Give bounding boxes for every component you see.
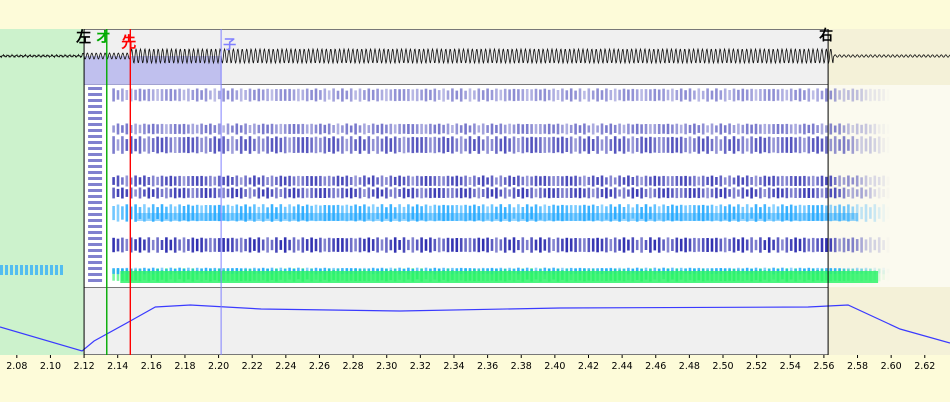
time-tick-label: 2.32 [410, 361, 431, 372]
time-tick-label: 2.46 [645, 361, 666, 372]
spectrogram-area [84, 85, 950, 287]
marker-label-left: 左 [75, 28, 91, 46]
time-tick-label: 2.12 [73, 361, 94, 372]
marker-label-right: 右 [818, 27, 833, 44]
time-tick-label: 2.28 [343, 361, 364, 372]
time-tick-label: 2.48 [679, 361, 700, 372]
time-tick-label: 2.18 [174, 361, 195, 372]
time-axis: 2.08 2.10 2.12 2.14 2.16 2.18 2.20 2.22 2.24 2.26… [6, 355, 935, 372]
time-tick-label: 2.54 [780, 361, 801, 372]
marker-labels: 左オ先 子 右 [75, 27, 833, 53]
time-tick-label: 2.62 [914, 361, 935, 372]
time-tick-label: 2.14 [107, 361, 128, 372]
time-tick-label: 2.38 [511, 361, 532, 372]
envelope-right-region [828, 287, 950, 355]
time-tick-label: 2.42 [578, 361, 599, 372]
time-tick-label: 2.22 [242, 361, 263, 372]
utau-oto-viewer[interactable]: 2.08 2.10 2.12 2.14 2.16 2.18 2.20 2.22 2.24 2.26… [0, 0, 950, 402]
time-tick-label: 2.26 [309, 361, 330, 372]
time-tick-label: 2.30 [376, 361, 397, 372]
time-tick-label: 2.44 [612, 361, 633, 372]
time-tick-label: 2.60 [881, 361, 902, 372]
spectrogram-right-region [828, 85, 950, 287]
time-tick-label: 2.08 [6, 361, 27, 372]
time-tick-label: 2.50 [712, 361, 733, 372]
time-tick-label: 2.20 [208, 361, 229, 372]
marker-label-offset: オ [96, 28, 111, 46]
time-tick-label: 2.16 [141, 361, 162, 372]
envelope-background [0, 287, 950, 355]
marker-label-preutter: 先 [121, 33, 136, 51]
time-tick-label: 2.52 [746, 361, 767, 372]
envelope-left-region [0, 287, 85, 355]
time-tick-label: 2.34 [443, 361, 464, 372]
time-tick-label: 2.24 [275, 361, 296, 372]
spectrogram-panel[interactable] [0, 85, 950, 287]
time-tick-label: 2.56 [813, 361, 834, 372]
time-tick-label: 2.36 [477, 361, 498, 372]
time-tick-label: 2.40 [544, 361, 565, 372]
time-tick-label: 2.58 [847, 361, 868, 372]
envelope-panel[interactable] [0, 287, 950, 355]
time-tick-label: 2.10 [40, 361, 61, 372]
marker-label-consonant: 子 [223, 38, 236, 53]
